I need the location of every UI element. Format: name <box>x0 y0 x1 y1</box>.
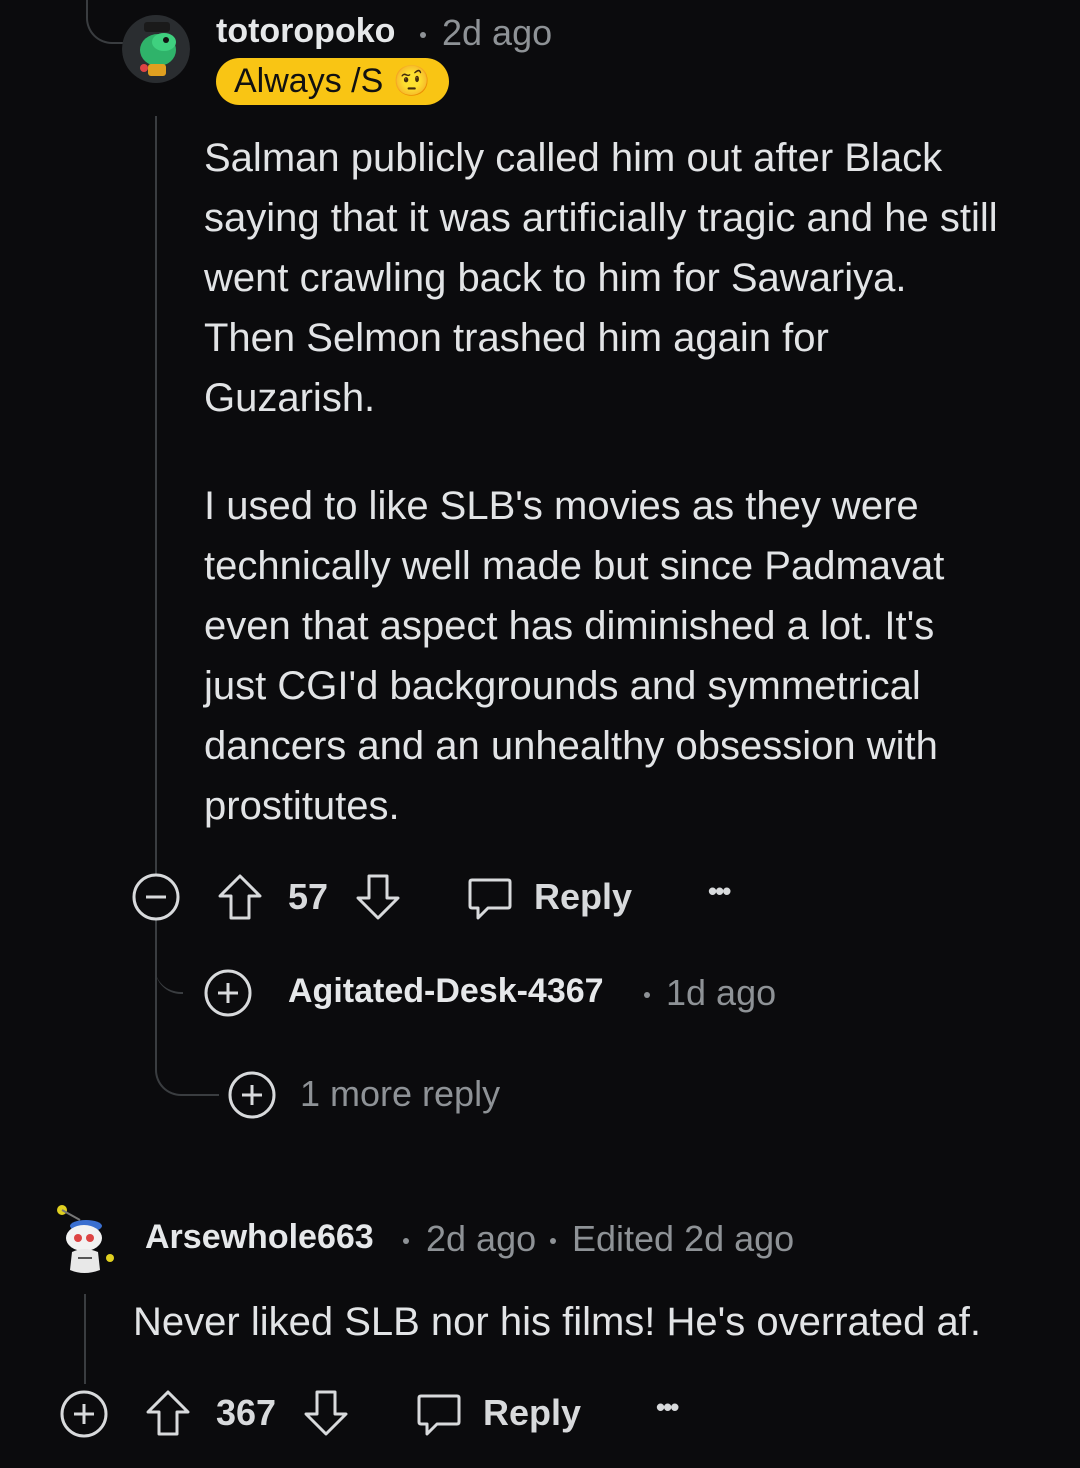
arrow-up-icon[interactable] <box>144 1388 192 1438</box>
speech-bubble-icon[interactable] <box>415 1390 463 1438</box>
comment-paragraph: I used to like SLB's movies as they were… <box>204 484 945 828</box>
reply-button[interactable]: Reply <box>534 876 632 918</box>
flair-emoji: 🤨 <box>393 64 431 99</box>
edited-label: Edited 2d ago <box>572 1218 795 1259</box>
more-replies-link[interactable]: 1 more reply <box>300 1073 500 1115</box>
ellipsis-icon[interactable]: ••• <box>656 1392 679 1423</box>
thread-connector-top <box>86 0 124 44</box>
username[interactable]: Arsewhole663 <box>145 1218 374 1257</box>
timestamp: 2d ago <box>426 1218 537 1259</box>
speech-bubble-icon[interactable] <box>466 874 514 922</box>
flair-text: Always /S <box>234 62 384 100</box>
minus-circle-icon[interactable] <box>132 873 180 921</box>
reply-timestamp: 1d ago <box>666 972 777 1013</box>
separator-dot <box>403 1238 409 1244</box>
plus-circle-icon[interactable] <box>60 1390 108 1438</box>
arrow-down-icon[interactable] <box>354 872 402 922</box>
plus-circle-icon[interactable] <box>228 1071 276 1119</box>
thread-line-comment1 <box>155 116 157 876</box>
user-flair: Always /S 🤨 <box>216 58 449 105</box>
avatar[interactable] <box>52 1200 120 1276</box>
username[interactable]: totoropoko <box>216 12 395 51</box>
timestamp: 2d ago <box>442 12 553 53</box>
arrow-up-icon[interactable] <box>216 872 264 922</box>
reply-username[interactable]: Agitated-Desk-4367 <box>288 972 604 1011</box>
thread-line-comment2 <box>84 1294 86 1384</box>
plus-circle-icon[interactable] <box>204 969 252 1017</box>
separator-dot <box>420 32 426 38</box>
vote-count: 367 <box>216 1392 277 1433</box>
reply-button[interactable]: Reply <box>483 1392 581 1434</box>
comment-body: Never liked SLB nor his films! He's over… <box>133 1300 981 1344</box>
separator-dot <box>550 1238 556 1244</box>
separator-dot <box>644 992 650 998</box>
vote-count: 57 <box>288 876 329 917</box>
comment-body: Salman publicly called him out after Bla… <box>204 128 1004 836</box>
ellipsis-icon[interactable]: ••• <box>708 876 731 907</box>
arrow-down-icon[interactable] <box>302 1388 350 1438</box>
avatar[interactable] <box>122 14 190 84</box>
comment-paragraph: Salman publicly called him out after Bla… <box>204 136 998 420</box>
